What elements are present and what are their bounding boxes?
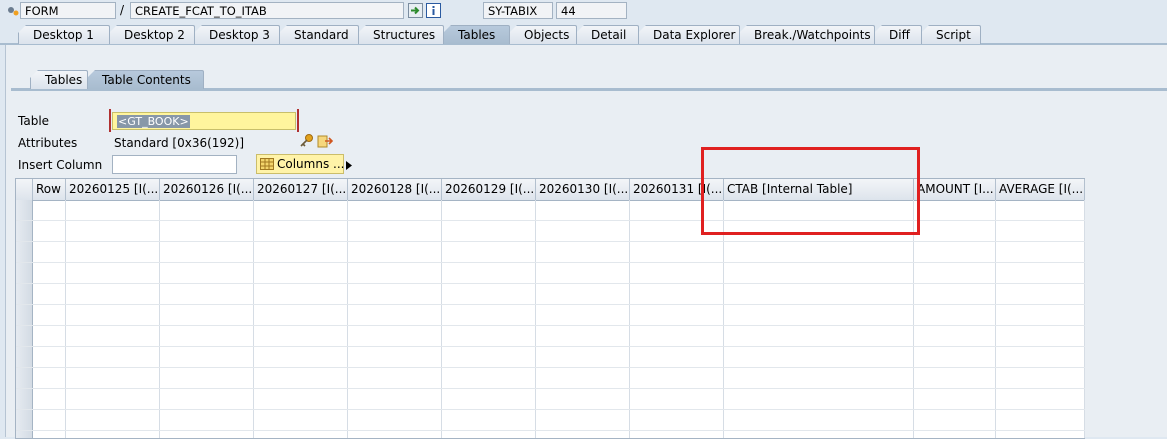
grid-corner[interactable] — [16, 179, 33, 200]
columns-button[interactable]: Columns ... — [256, 154, 344, 174]
export-icon[interactable] — [317, 133, 334, 149]
tab-tables[interactable]: Tables — [443, 25, 510, 44]
context-separator: / — [120, 3, 125, 17]
row-selector[interactable] — [16, 200, 33, 221]
columns-button-label: Columns ... — [277, 157, 345, 171]
context-name-field: CREATE_FCAT_TO_ITAB — [130, 2, 404, 19]
tab-desktop-3[interactable]: Desktop 3 — [194, 25, 280, 44]
column-header-amount[interactable]: AMOUNT [I... — [914, 179, 996, 200]
table-row — [16, 346, 1085, 347]
tab-break-watchpoints[interactable]: Break./Watchpoints — [739, 25, 875, 44]
insert-column-input[interactable] — [112, 155, 237, 174]
attributes-value: Standard [0x36(192)] — [114, 136, 245, 150]
context-type-field: FORM — [20, 2, 116, 19]
column-header-20260129[interactable]: 20260129 [I(... — [442, 179, 536, 200]
table-row — [16, 262, 1085, 263]
grid-column-divider — [347, 200, 348, 438]
table-row — [16, 430, 1085, 431]
row-selector[interactable] — [16, 326, 33, 347]
table-row — [16, 241, 1085, 242]
grid-column-divider — [65, 200, 66, 438]
table-label: Table — [18, 114, 50, 128]
column-header-average[interactable]: AVERAGE [I(... — [996, 179, 1085, 200]
insert-column-label: Insert Column — [18, 158, 103, 172]
row-selector[interactable] — [16, 389, 33, 410]
main-tab-bar: Desktop 1 Desktop 2 Desktop 3 Standard S… — [18, 25, 981, 44]
form-icon — [6, 4, 20, 18]
key-icon[interactable] — [299, 133, 315, 149]
column-header-20260126[interactable]: 20260126 [I(... — [160, 179, 254, 200]
grid-body — [16, 200, 1085, 438]
tab-standard[interactable]: Standard — [279, 25, 359, 44]
grid-column-divider — [913, 200, 914, 438]
row-selector[interactable] — [16, 431, 33, 438]
column-header-20260128[interactable]: 20260128 [I(... — [348, 179, 442, 200]
tab-data-explorer[interactable]: Data Explorer — [638, 25, 740, 44]
tab-script[interactable]: Script — [921, 25, 981, 44]
tab-diff[interactable]: Diff — [874, 25, 922, 44]
column-header-20260130[interactable]: 20260130 [I(... — [536, 179, 630, 200]
sub-tab-bar: Tables Table Contents — [30, 70, 204, 89]
columns-table-icon — [260, 158, 274, 170]
grid-column-divider — [159, 200, 160, 438]
row-selector[interactable] — [16, 347, 33, 368]
grid-column-divider — [535, 200, 536, 438]
grid-column-divider — [253, 200, 254, 438]
grid-column-divider — [1084, 200, 1085, 438]
table-row — [16, 220, 1085, 221]
info-icon[interactable] — [426, 3, 441, 18]
row-selector[interactable] — [16, 410, 33, 431]
grid-column-divider — [723, 200, 724, 438]
grid-column-divider — [995, 200, 996, 438]
grid-header: Row 20260125 [I(... 20260126 [I(... 2026… — [16, 179, 1085, 201]
tab-desktop-1[interactable]: Desktop 1 — [18, 25, 110, 44]
table-row — [16, 304, 1085, 305]
table-row — [16, 325, 1085, 326]
table-input[interactable]: <GT_BOOK> — [112, 112, 296, 130]
tab-detail[interactable]: Detail — [576, 25, 639, 44]
tab-structures[interactable]: Structures — [358, 25, 444, 44]
var-value-field: 44 — [556, 2, 627, 19]
tab-desktop-2[interactable]: Desktop 2 — [109, 25, 195, 44]
row-selector[interactable] — [16, 263, 33, 284]
row-selector[interactable] — [16, 284, 33, 305]
table-input-value: <GT_BOOK> — [117, 115, 190, 128]
column-header-20260125[interactable]: 20260125 [I(... — [66, 179, 160, 200]
column-header-20260127[interactable]: 20260127 [I(... — [254, 179, 348, 200]
tab-objects[interactable]: Objects — [509, 25, 577, 44]
column-header-20260131[interactable]: 20260131 [I(... — [630, 179, 724, 200]
table-row — [16, 409, 1085, 410]
subtab-table-contents[interactable]: Table Contents — [87, 70, 204, 89]
row-selector[interactable] — [16, 305, 33, 326]
grid-column-divider — [629, 200, 630, 438]
table-contents-grid[interactable]: Row 20260125 [I(... 20260126 [I(... 2026… — [15, 178, 1085, 439]
column-header-ctab[interactable]: CTAB [Internal Table] — [724, 179, 914, 200]
grid-column-divider — [441, 200, 442, 438]
row-selector[interactable] — [16, 221, 33, 242]
row-selector[interactable] — [16, 368, 33, 389]
navigate-icon[interactable] — [408, 3, 423, 18]
var-name-field: SY-TABIX — [483, 2, 553, 19]
columns-arrow-icon[interactable] — [346, 159, 352, 170]
table-row — [16, 388, 1085, 389]
row-selector[interactable] — [16, 242, 33, 263]
table-row — [16, 283, 1085, 284]
attributes-label: Attributes — [18, 136, 78, 150]
column-header-row[interactable]: Row — [33, 179, 66, 200]
subtab-tables[interactable]: Tables — [30, 70, 88, 89]
table-row — [16, 367, 1085, 368]
